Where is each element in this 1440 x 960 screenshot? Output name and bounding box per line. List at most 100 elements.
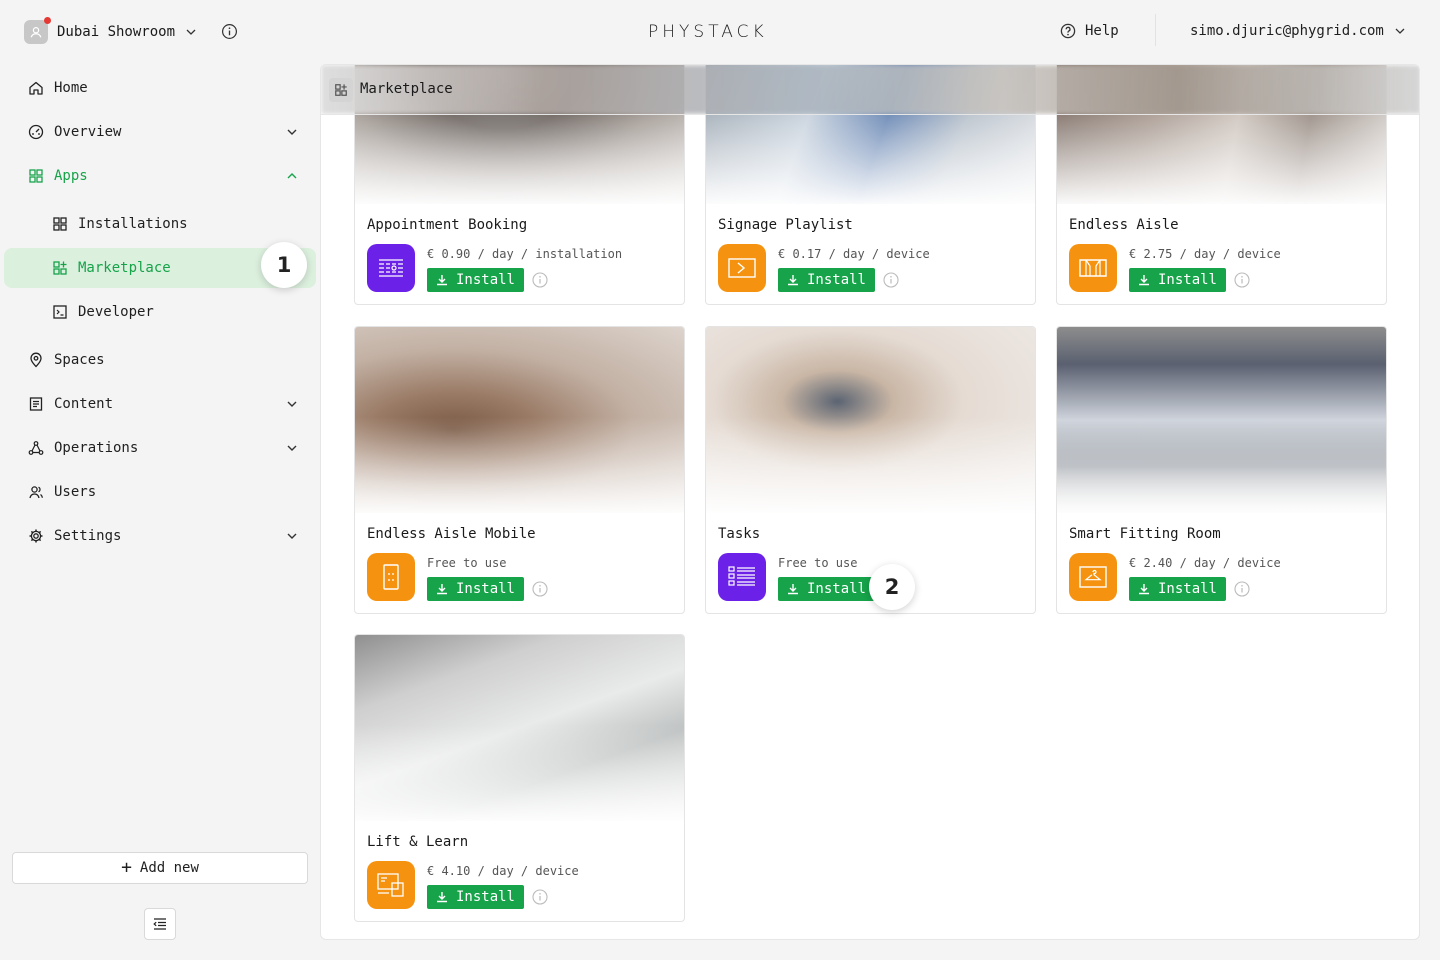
card-price: € 4.10 / day / device — [427, 864, 579, 878]
install-button[interactable]: Install — [427, 268, 524, 292]
download-icon — [787, 584, 798, 595]
info-icon[interactable] — [532, 889, 548, 905]
chevron-down-icon — [287, 533, 297, 539]
collapse-menu-icon — [153, 918, 166, 930]
install-button[interactable]: Install — [1129, 268, 1226, 292]
aisle-icon — [1069, 244, 1117, 292]
sidebar: Home Overview Apps Installations Marketp… — [0, 64, 320, 960]
image-fade — [706, 417, 1035, 517]
user-icon — [30, 27, 42, 38]
download-icon — [787, 275, 798, 286]
card-price: € 0.90 / day / installation — [427, 247, 623, 261]
install-button[interactable]: Install — [427, 885, 524, 909]
user-menu[interactable]: simo.djuric@phygrid.com — [1190, 23, 1406, 39]
sidebar-item-overview[interactable]: Overview — [4, 112, 316, 152]
top-bar: Dubai Showroom PHYSTACK Help simo.djuric… — [0, 0, 1440, 64]
card-price: € 0.17 / day / device — [778, 247, 930, 261]
home-icon — [29, 81, 43, 95]
play-screen-icon — [718, 244, 766, 292]
main-panel: Marketplace Appointment Booking € 0.90 /… — [320, 64, 1420, 940]
question-circle-icon — [1060, 23, 1076, 39]
gauge-icon — [28, 124, 44, 140]
image-fade — [706, 108, 1035, 208]
sidebar-item-label: Spaces — [54, 352, 105, 368]
screens-icon — [367, 861, 415, 909]
sidebar-item-operations[interactable]: Operations — [4, 428, 316, 468]
download-icon — [1138, 275, 1149, 286]
card-title: Appointment Booking — [367, 217, 528, 233]
info-icon[interactable] — [1234, 581, 1250, 597]
sidebar-item-installations[interactable]: Installations — [4, 204, 316, 244]
install-button[interactable]: Install — [778, 268, 875, 292]
plus-icon: + — [121, 857, 132, 878]
sidebar-item-apps[interactable]: Apps — [4, 156, 316, 196]
divider — [1155, 14, 1156, 46]
card-title: Endless Aisle — [1069, 217, 1179, 233]
header-backdrop — [321, 65, 1419, 114]
sidebar-item-label: Overview — [54, 124, 122, 140]
info-icon[interactable] — [532, 581, 548, 597]
card-price: Free to use — [427, 556, 507, 570]
document-icon — [29, 397, 43, 411]
download-icon — [1138, 584, 1149, 595]
collapse-sidebar-button[interactable] — [144, 908, 176, 940]
add-new-label: Add new — [139, 860, 199, 876]
help-button[interactable]: Help — [1060, 23, 1119, 39]
grid-plus-icon — [335, 84, 347, 96]
sidebar-item-label: Developer — [78, 304, 154, 320]
sidebar-item-home[interactable]: Home — [4, 68, 316, 108]
install-label: Install — [455, 272, 515, 288]
image-fade — [1057, 108, 1386, 208]
terminal-icon — [53, 305, 67, 319]
sidebar-item-developer[interactable]: Developer — [4, 292, 316, 332]
sidebar-item-users[interactable]: Users — [4, 472, 316, 512]
card-title: Lift & Learn — [367, 834, 469, 850]
info-icon[interactable] — [883, 272, 899, 288]
card-price: € 2.40 / day / device — [1129, 556, 1281, 570]
sidebar-item-settings[interactable]: Settings — [4, 516, 316, 556]
workspace-selector[interactable]: Dubai Showroom — [24, 17, 197, 44]
sidebar-item-label: Operations — [54, 440, 139, 456]
chevron-down-icon — [287, 401, 297, 407]
install-label: Install — [806, 272, 866, 288]
chevron-up-icon — [287, 173, 297, 179]
add-new-button[interactable]: + Add new — [12, 852, 308, 884]
app-card-lift-and-learn[interactable]: Lift & Learn € 4.10 / day / device Insta… — [354, 634, 685, 922]
app-card-endless-aisle-mobile[interactable]: Endless Aisle Mobile Free to use Install — [354, 326, 685, 614]
info-icon[interactable] — [532, 272, 548, 288]
install-label: Install — [806, 581, 866, 597]
install-button[interactable]: Install — [1129, 577, 1226, 601]
image-fade — [355, 417, 684, 517]
info-icon[interactable] — [221, 23, 238, 40]
sidebar-item-label: Settings — [54, 528, 122, 544]
users-icon — [29, 486, 43, 499]
download-icon — [436, 584, 447, 595]
app-card-smart-fitting-room[interactable]: Smart Fitting Room € 2.40 / day / device… — [1056, 326, 1387, 614]
apps-grid-icon — [29, 169, 43, 183]
sidebar-item-spaces[interactable]: Spaces — [4, 340, 316, 380]
calendar-icon — [367, 244, 415, 292]
download-icon — [436, 275, 447, 286]
card-price: Free to use — [778, 556, 858, 570]
mobile-icon — [367, 553, 415, 601]
card-price: € 2.75 / day / device — [1129, 247, 1281, 261]
hanger-icon — [1069, 553, 1117, 601]
user-email: simo.djuric@phygrid.com — [1190, 23, 1384, 39]
info-icon[interactable] — [1234, 272, 1250, 288]
install-button[interactable]: Install — [427, 577, 524, 601]
grid-plus-icon — [53, 261, 67, 275]
install-button[interactable]: Install — [778, 577, 875, 601]
app-card-tasks[interactable]: Tasks Free to use Install — [705, 326, 1036, 614]
install-label: Install — [455, 889, 515, 905]
chevron-down-icon — [1395, 28, 1405, 34]
notification-dot — [44, 17, 51, 24]
gear-icon — [29, 529, 43, 543]
marketplace-icon — [329, 78, 353, 102]
step-badge-2: 2 — [869, 564, 915, 610]
card-title: Signage Playlist — [718, 217, 853, 233]
sidebar-item-content[interactable]: Content — [4, 384, 316, 424]
workspace-avatar — [24, 17, 51, 44]
workspace-name: Dubai Showroom — [57, 24, 176, 40]
help-label: Help — [1085, 23, 1119, 39]
install-label: Install — [455, 581, 515, 597]
